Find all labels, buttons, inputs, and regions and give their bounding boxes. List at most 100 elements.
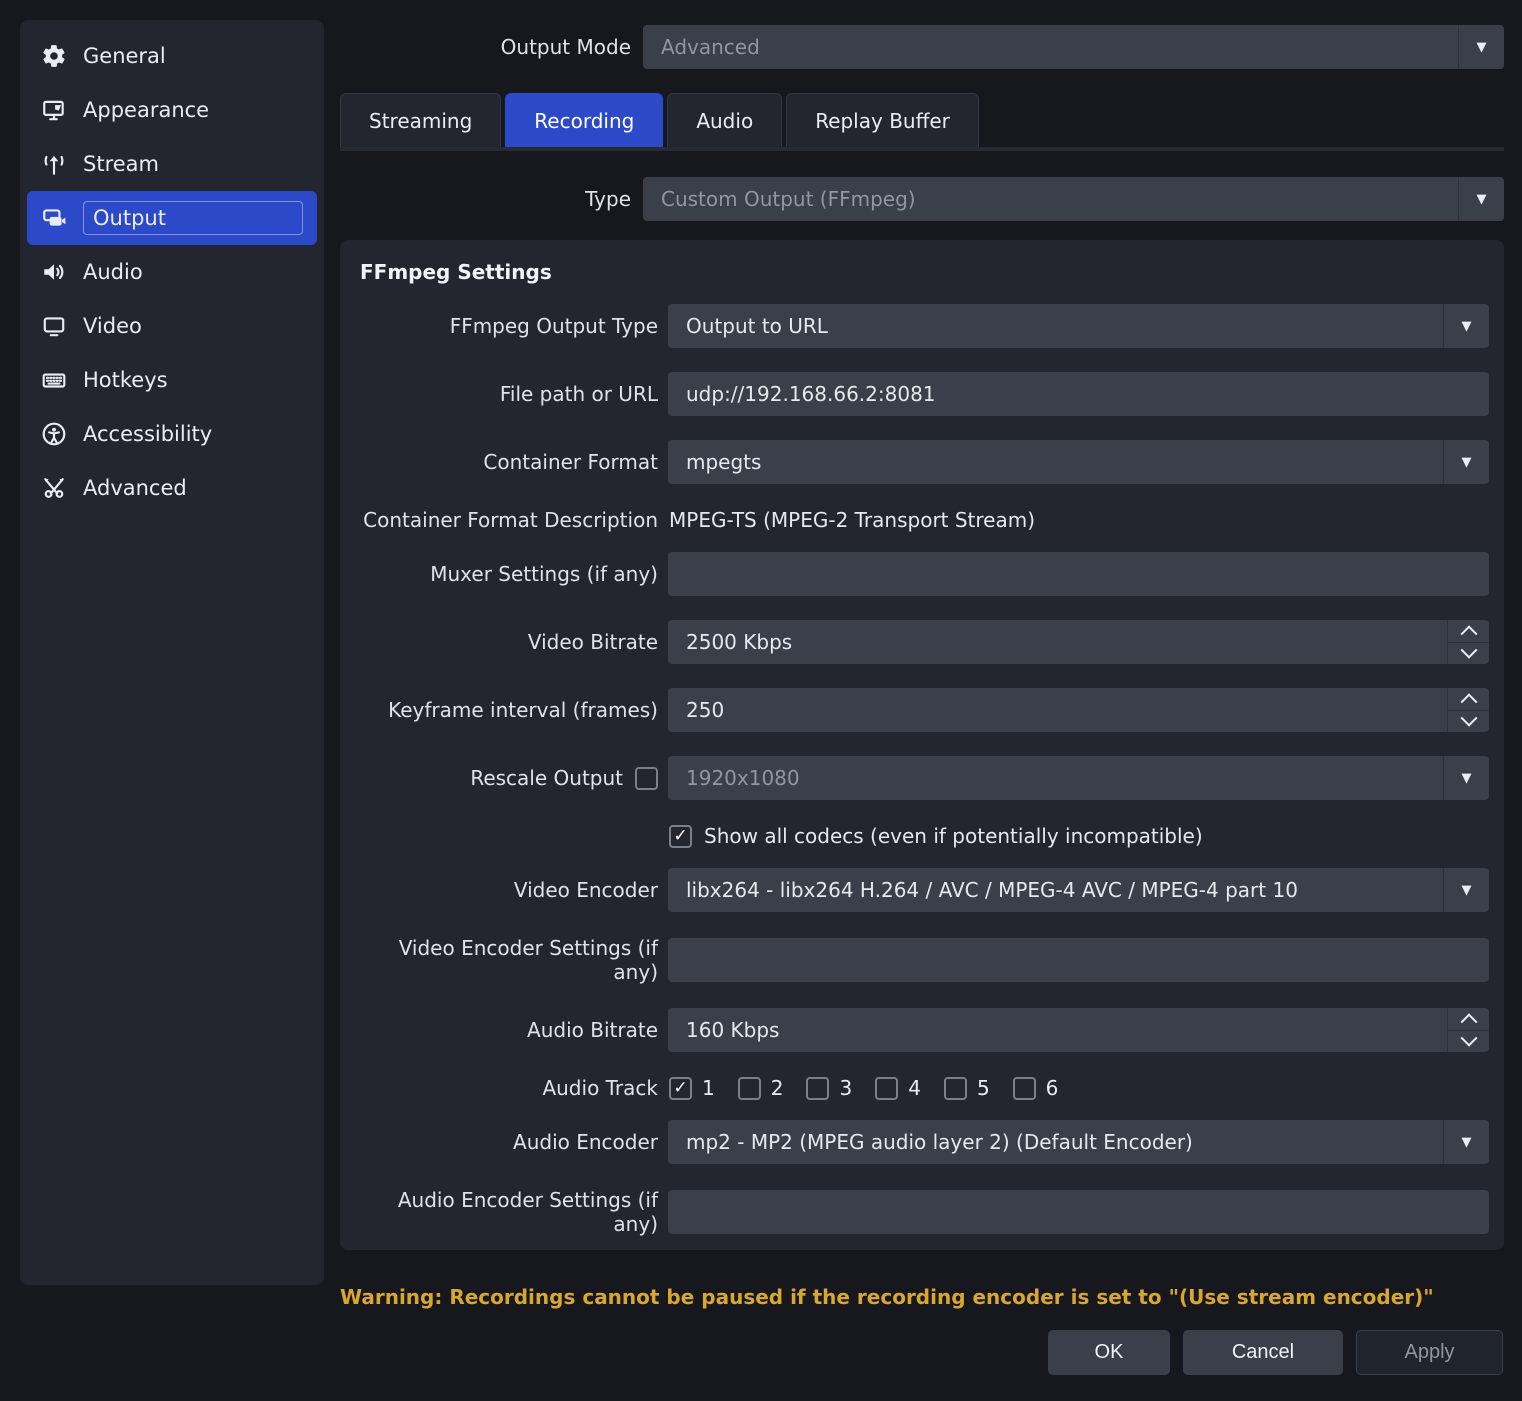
keyframe-interval-value: 250 [668,688,1447,732]
spin-down-icon[interactable] [1448,1030,1489,1053]
sidebar-item-label: Hotkeys [83,368,168,392]
warning-text: Warning: Recordings cannot be paused if … [340,1285,1434,1309]
show-all-codecs-row: Show all codecs (even if potentially inc… [360,824,1489,848]
ffmpeg-output-type-dropdown[interactable]: Output to URL [668,304,1489,348]
video-encoder-dropdown[interactable]: libx264 - libx264 H.264 / AVC / MPEG-4 A… [668,868,1489,912]
show-all-codecs-checkbox[interactable] [669,825,692,848]
sidebar-item-label: General [83,44,166,68]
sidebar-item-output[interactable]: Output [27,191,317,245]
video-bitrate-row: Video Bitrate 2500 Kbps [360,620,1489,664]
output-mode-dropdown[interactable]: Advanced [643,25,1504,69]
sidebar-item-label: Appearance [83,98,209,122]
chevron-down-icon [1443,756,1489,800]
rescale-output-dropdown[interactable]: 1920x1080 [668,756,1489,800]
keyframe-interval-spinner[interactable]: 250 [668,688,1489,732]
spin-down-icon[interactable] [1448,642,1489,665]
rescale-output-row: Rescale Output 1920x1080 [360,756,1489,800]
audio-bitrate-spinner[interactable]: 160 Kbps [668,1008,1489,1052]
tab-streaming[interactable]: Streaming [340,93,501,147]
file-path-input[interactable]: udp://192.168.66.2:8081 [668,372,1489,416]
sidebar-item-label: Advanced [83,476,187,500]
audio-track-4-checkbox[interactable] [875,1077,898,1100]
sidebar-item-audio[interactable]: Audio [27,245,317,299]
show-all-codecs-label: Show all codecs (even if potentially inc… [704,824,1203,848]
audio-track-2-label: 2 [771,1076,784,1100]
keyboard-icon [40,366,68,394]
output-mode-value: Advanced [643,35,1458,59]
dialog-buttons: OK Cancel Apply [1048,1330,1503,1375]
sidebar-item-video[interactable]: Video [27,299,317,353]
spin-up-icon[interactable] [1448,620,1489,642]
ffmpeg-output-type-label: FFmpeg Output Type [360,314,668,338]
audio-track-2-checkbox[interactable] [738,1077,761,1100]
ffmpeg-output-type-value: Output to URL [668,314,1443,338]
sidebar-item-accessibility[interactable]: Accessibility [27,407,317,461]
keyframe-interval-row: Keyframe interval (frames) 250 [360,688,1489,732]
audio-track-4-label: 4 [908,1076,921,1100]
container-format-desc-label: Container Format Description [360,508,668,532]
rescale-output-label-group: Rescale Output [360,766,668,790]
accessibility-icon [40,420,68,448]
audio-track-6-label: 6 [1046,1076,1059,1100]
audio-track-3-checkbox[interactable] [806,1077,829,1100]
chevron-down-icon [1458,25,1504,69]
type-label: Type [340,187,643,211]
container-format-dropdown[interactable]: mpegts [668,440,1489,484]
keyframe-interval-label: Keyframe interval (frames) [360,698,668,722]
tab-replay-buffer[interactable]: Replay Buffer [786,93,979,147]
type-dropdown[interactable]: Custom Output (FFmpeg) [643,177,1504,221]
audio-track-6-checkbox[interactable] [1013,1077,1036,1100]
audio-track-group: 1 2 3 4 5 6 [668,1076,1489,1100]
sidebar-item-label: Stream [83,152,159,176]
gear-icon [40,42,68,70]
audio-track-4: 4 [875,1076,921,1100]
chevron-down-icon [1443,440,1489,484]
audio-track-5: 5 [944,1076,990,1100]
audio-track-3-label: 3 [839,1076,852,1100]
audio-track-5-checkbox[interactable] [944,1077,967,1100]
audio-encoder-settings-label: Audio Encoder Settings (if any) [360,1188,668,1236]
audio-bitrate-label: Audio Bitrate [360,1018,668,1042]
video-encoder-settings-label: Video Encoder Settings (if any) [360,936,668,984]
video-bitrate-spinner[interactable]: 2500 Kbps [668,620,1489,664]
audio-track-2: 2 [738,1076,784,1100]
rescale-output-value: 1920x1080 [668,766,1443,790]
ok-button[interactable]: OK [1048,1330,1170,1375]
audio-encoder-label: Audio Encoder [360,1130,668,1154]
container-format-row: Container Format mpegts [360,440,1489,484]
chevron-down-icon [1458,177,1504,221]
video-encoder-settings-input[interactable] [668,938,1489,982]
audio-encoder-settings-input[interactable] [668,1190,1489,1234]
sidebar-item-appearance[interactable]: Appearance [27,83,317,137]
spin-up-icon[interactable] [1448,1008,1489,1030]
video-encoder-label: Video Encoder [360,878,668,902]
muxer-settings-label: Muxer Settings (if any) [360,562,668,586]
sidebar-item-stream[interactable]: Stream [27,137,317,191]
container-format-desc-value: MPEG-TS (MPEG-2 Transport Stream) [668,508,1489,532]
audio-encoder-dropdown[interactable]: mp2 - MP2 (MPEG audio layer 2) (Default … [668,1120,1489,1164]
sidebar-item-advanced[interactable]: Advanced [27,461,317,515]
audio-track-1-checkbox[interactable] [669,1077,692,1100]
tab-recording[interactable]: Recording [505,93,663,147]
cancel-button[interactable]: Cancel [1183,1330,1343,1375]
output-tabs: Streaming Recording Audio Replay Buffer [340,93,979,147]
tab-audio[interactable]: Audio [667,93,782,147]
sidebar-item-label: Output [83,201,303,235]
type-row: Type Custom Output (FFmpeg) [340,177,1504,221]
audio-track-1: 1 [669,1076,715,1100]
type-value: Custom Output (FFmpeg) [643,187,1458,211]
file-path-label: File path or URL [360,382,668,406]
apply-button[interactable]: Apply [1356,1330,1503,1375]
sidebar-item-hotkeys[interactable]: Hotkeys [27,353,317,407]
muxer-settings-input[interactable] [668,552,1489,596]
rescale-output-checkbox[interactable] [635,767,658,790]
video-bitrate-value: 2500 Kbps [668,620,1447,664]
file-path-row: File path or URL udp://192.168.66.2:8081 [360,372,1489,416]
video-bitrate-label: Video Bitrate [360,630,668,654]
sidebar-item-general[interactable]: General [27,29,317,83]
audio-bitrate-value: 160 Kbps [668,1008,1447,1052]
spin-up-icon[interactable] [1448,688,1489,710]
spin-down-icon[interactable] [1448,710,1489,733]
output-icon [40,204,68,232]
audio-encoder-row: Audio Encoder mp2 - MP2 (MPEG audio laye… [360,1120,1489,1164]
